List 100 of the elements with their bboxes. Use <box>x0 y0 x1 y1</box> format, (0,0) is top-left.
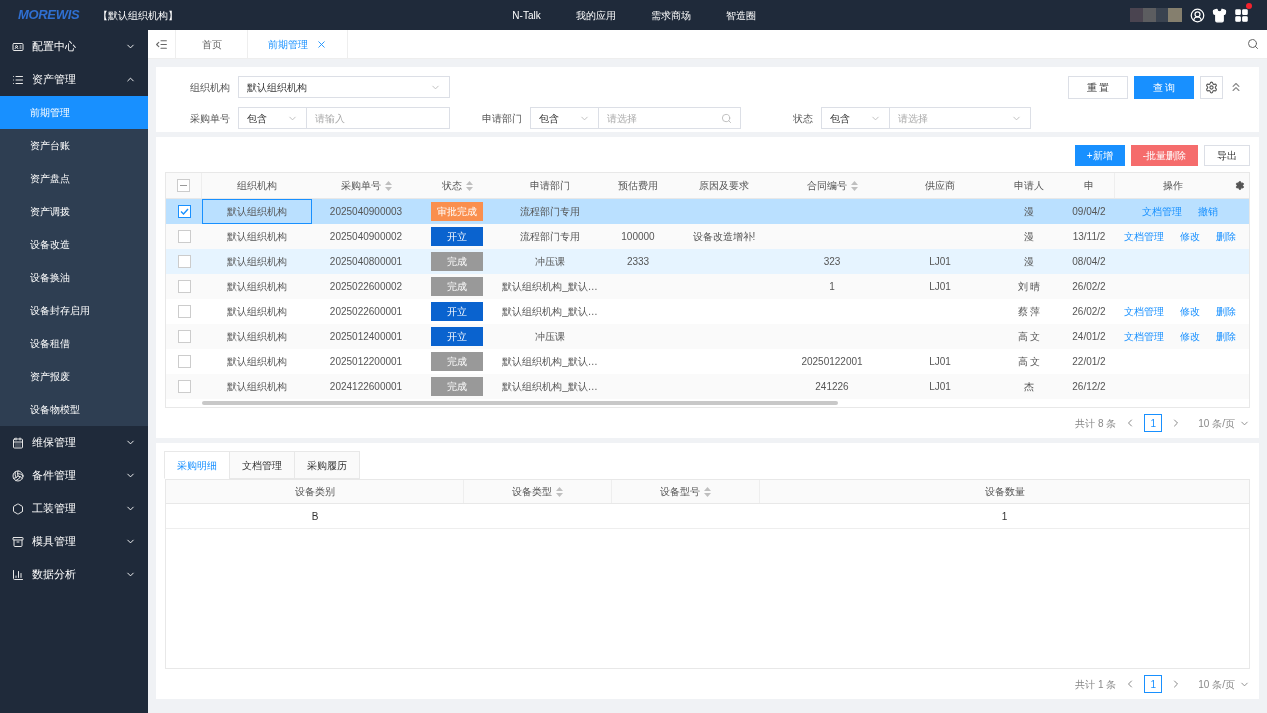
nav-link[interactable]: 需求商场 <box>650 7 691 23</box>
sort-icon[interactable] <box>556 486 563 497</box>
menu-group[interactable]: 数据分析 <box>0 558 148 591</box>
menu-item[interactable]: 资产调拨 <box>0 195 148 228</box>
org-select[interactable]: 默认组织机构 <box>238 76 450 98</box>
collapse-icon[interactable] <box>1229 80 1243 94</box>
settings-icon[interactable] <box>1235 180 1245 191</box>
table-cell-text: 漫 <box>1024 205 1034 219</box>
shirt-icon[interactable] <box>1212 7 1227 23</box>
table-cell-text: 1 <box>1001 509 1008 524</box>
filter-label: 采购单号 <box>189 111 231 126</box>
status-tag: 完成 <box>431 377 483 396</box>
page-tab[interactable]: 首页 <box>176 30 248 58</box>
menu-item[interactable]: 资产台账 <box>0 129 148 162</box>
column-header[interactable]: 设备型号 <box>612 480 759 503</box>
table-cell-text: 默认组织机构_默认… <box>502 355 598 369</box>
table-row[interactable]: 默认组织机构 2025040800001 完成 冲压课 2333 323 LJ01 漫 08/04/2 <box>166 249 1249 274</box>
user-icon[interactable] <box>1190 7 1205 23</box>
operator-select[interactable]: 包含 <box>821 107 890 129</box>
row-checkbox[interactable] <box>177 355 191 368</box>
menu-group-label: 工装管理 <box>32 501 77 517</box>
sort-icon[interactable] <box>465 180 473 191</box>
table-row[interactable]: 默认组织机构 2025040900002 开立 流程部门专用 100000 设备改造增补! 漫 13/11/2 文档管理 修改 删除 <box>166 224 1249 249</box>
menu-item[interactable]: 设备封存启用 <box>0 294 148 327</box>
menu-item[interactable]: 资产盘点 <box>0 162 148 195</box>
row-checkbox[interactable] <box>177 280 191 293</box>
reset-button[interactable]: 重 置 <box>1068 76 1128 99</box>
grid-icon[interactable] <box>1234 7 1249 23</box>
menu-group-label: 模具管理 <box>32 534 77 550</box>
table-cell-text: 流程部门专用 <box>520 230 580 244</box>
collapse-menu-icon[interactable] <box>155 37 168 51</box>
row-checkbox[interactable] <box>177 305 191 318</box>
status-tag: 完成 <box>431 277 483 296</box>
search-icon[interactable] <box>1247 38 1259 50</box>
table-cell-text: 2025040900003 <box>329 205 403 219</box>
table-cell-text: 2333 <box>626 255 650 269</box>
search-icon[interactable] <box>721 112 732 124</box>
menu-item[interactable]: 设备改造 <box>0 228 148 261</box>
sort-icon[interactable] <box>704 486 711 497</box>
column-header[interactable]: 合同编号 <box>778 173 886 198</box>
table-cell-text: 默认组织机构 <box>227 305 287 319</box>
table-cell-text: 冲压课 <box>535 255 565 269</box>
page-size-select[interactable]: 10 条/页 <box>1198 415 1250 431</box>
menu-group[interactable]: 备件管理 <box>0 459 148 492</box>
row-checkbox[interactable] <box>177 330 191 343</box>
menu-group[interactable]: 维保管理 <box>0 426 148 459</box>
settings-icon[interactable] <box>1205 81 1218 94</box>
nav-link[interactable]: N-Talk <box>512 7 541 23</box>
org-name: 【默认组织机构】 <box>98 8 178 23</box>
row-checkbox[interactable] <box>177 255 191 268</box>
table-row[interactable]: 默认组织机构 2025040900003 审批完成 流程部门专用 漫 09/04/2 文档管理 撤销 <box>166 199 1249 224</box>
id-card-icon <box>12 40 24 53</box>
table-cell-text: 蔡 萍 <box>1017 305 1041 319</box>
row-checkbox[interactable] <box>177 205 191 218</box>
row-checkbox[interactable] <box>177 230 191 243</box>
detail-tab[interactable]: 文档管理 <box>229 451 295 479</box>
menu-group[interactable]: 模具管理 <box>0 525 148 558</box>
nav-link[interactable]: 智造圈 <box>725 7 756 23</box>
menu-group[interactable]: 配置中心 <box>0 30 148 63</box>
status-tag: 开立 <box>431 227 483 246</box>
menu-group-label: 维保管理 <box>32 435 77 451</box>
nav-link[interactable]: 我的应用 <box>575 7 616 23</box>
select-all-checkbox[interactable] <box>177 179 190 192</box>
table-cell-text: 08/04/2 <box>1072 255 1106 269</box>
column-header[interactable]: 采购单号 <box>312 173 420 198</box>
menu-group[interactable]: 工装管理 <box>0 492 148 525</box>
filter-label: 申请部门 <box>481 111 523 126</box>
page-size-select[interactable]: 10 条/页 <box>1198 676 1250 692</box>
menu-group[interactable]: 资产管理 <box>0 63 148 96</box>
menu-item[interactable]: 设备租借 <box>0 327 148 360</box>
menu-item[interactable]: 资产报废 <box>0 360 148 393</box>
table-cell-text: 杰 <box>1024 380 1034 394</box>
table-cell-text: 默认组织机构 <box>227 355 287 369</box>
table-cell-text: 323 <box>823 255 841 269</box>
table-cell-text: 默认组织机构 <box>227 280 287 294</box>
close-icon[interactable] <box>316 38 327 50</box>
column-header: 设备数量 <box>983 485 1026 499</box>
operator-select[interactable]: 包含 <box>530 107 599 129</box>
column-header: 申请部门 <box>529 179 571 193</box>
po-number-field[interactable]: 请输入 <box>307 107 450 129</box>
sort-icon[interactable] <box>850 180 858 191</box>
table-row[interactable]: 默认组织机构 2025022600002 完成 默认组织机构_默认… 1 LJ01 刘 晴 26/02/2 <box>166 274 1249 299</box>
detail-tab[interactable]: 采购履历 <box>294 451 360 479</box>
table-row[interactable]: 默认组织机构 2025012400001 开立 冲压课 高 文 24/01/2 文档管理 修改 删除 <box>166 324 1249 349</box>
table-row[interactable]: 默认组织机构 2024122600001 完成 默认组织机构_默认… 241226 LJ01 杰 26/12/2 <box>166 374 1249 399</box>
operator-select[interactable]: 包含 <box>238 107 307 129</box>
table-cell-text: 26/12/2 <box>1072 380 1106 394</box>
action-button[interactable]: 导出 <box>1204 145 1250 166</box>
column-header: 操作 <box>1162 179 1185 193</box>
column-header[interactable]: 设备类型 <box>464 480 611 503</box>
status-tag: 开立 <box>431 302 483 321</box>
menu-item[interactable]: 设备换油 <box>0 261 148 294</box>
settings-button[interactable] <box>1200 76 1223 99</box>
table-cell-text: LJ01 <box>929 255 951 269</box>
table-cell-text: 13/11/2 <box>1072 230 1106 244</box>
column-header[interactable]: 状态 <box>420 173 494 198</box>
row-checkbox[interactable] <box>177 380 191 393</box>
sort-icon[interactable] <box>384 180 392 191</box>
menu-item[interactable]: 设备物模型 <box>0 393 148 426</box>
scrollbar[interactable] <box>202 401 838 405</box>
